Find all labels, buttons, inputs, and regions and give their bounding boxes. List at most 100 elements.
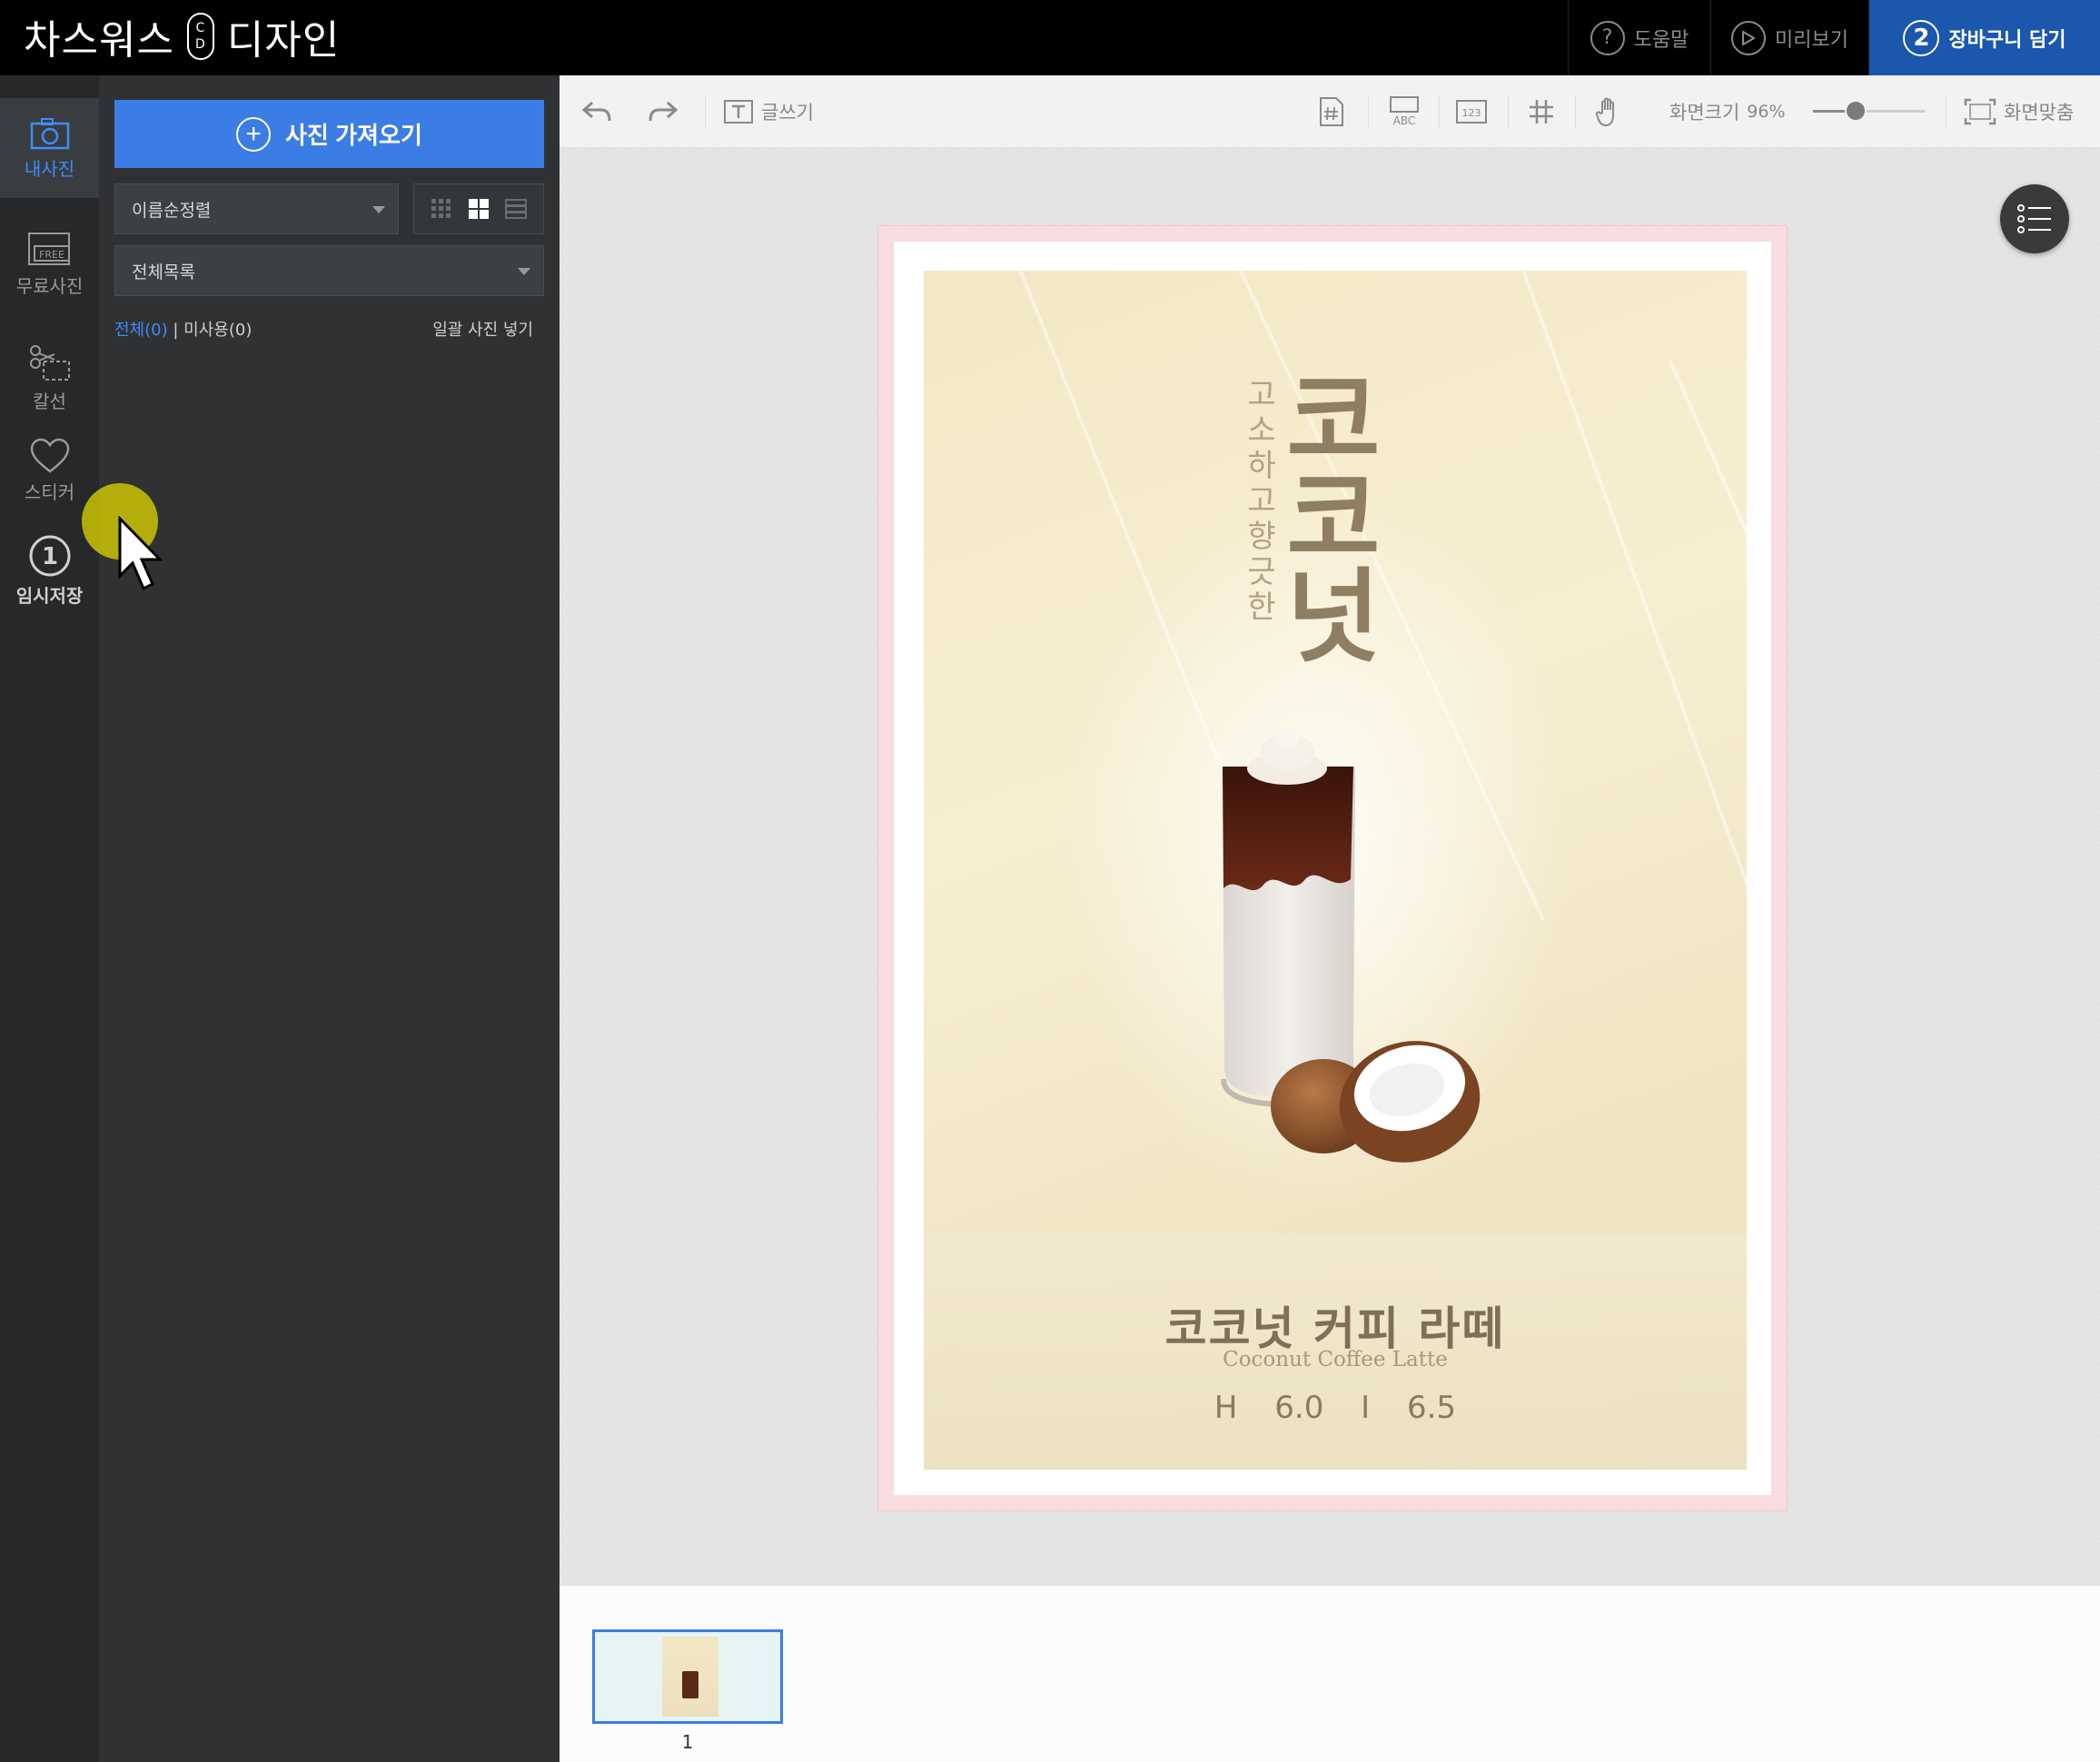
step-two-icon: 2	[1903, 19, 1940, 56]
cart-label: 장바구니 담기	[1948, 28, 2066, 52]
poster-design[interactable]: 고소하고 향긋한 코코넛 코코넛 커피 라떼 Coconut Coffee La…	[924, 271, 1747, 1470]
hand-icon	[1595, 97, 1614, 127]
logo-mark-c: C	[195, 21, 206, 35]
rail-label-my-photos: 내사진	[24, 157, 75, 180]
help-button[interactable]: ? 도움말	[1568, 0, 1710, 75]
sort-select[interactable]: 이름순정렬	[114, 183, 399, 234]
design-canvas[interactable]: 고소하고 향긋한 코코넛 코코넛 커피 라떼 Coconut Coffee La…	[560, 148, 2100, 1585]
hash-page-icon	[1320, 97, 1343, 126]
toolbar-divider	[1508, 95, 1509, 128]
step-one-icon: 1	[29, 535, 70, 576]
number-box-label: 123	[1462, 107, 1481, 119]
zoom-slider-thumb[interactable]	[1844, 100, 1867, 122]
rail-item-cutline[interactable]: 칼선	[0, 328, 99, 428]
toolbar-divider	[1439, 95, 1440, 128]
light-streak	[1669, 360, 1747, 1109]
logo-mark-d: D	[195, 37, 206, 52]
abc-text-label: ABC	[1393, 114, 1416, 127]
chevron-down-icon	[518, 268, 530, 275]
toolbar-divider	[1575, 95, 1576, 128]
thumbnail-drink	[682, 1671, 698, 1698]
sort-select-value: 이름순정렬	[132, 200, 212, 221]
redo-button[interactable]	[648, 75, 679, 148]
free-photo-icon: FREE	[27, 232, 70, 265]
whipped-cream	[1247, 727, 1327, 785]
zoom-value: 96%	[1747, 102, 1786, 122]
toolbar-divider	[1368, 95, 1369, 128]
text-box-icon	[724, 100, 753, 124]
camera-icon	[30, 117, 69, 149]
zoom-readout: 화면크기 96%	[1669, 75, 1786, 148]
hand-tool-button[interactable]	[1595, 75, 1624, 148]
poster-price[interactable]: H 6.0 I 6.5	[924, 1390, 1747, 1426]
poster-title-vertical[interactable]: 코코넛	[1283, 371, 1383, 668]
undo-icon	[581, 101, 611, 122]
artboard-bleed: 고소하고 향긋한 코코넛 코코넛 커피 라떼 Coconut Coffee La…	[877, 225, 1788, 1511]
zoom-label: 화면크기	[1669, 102, 1740, 124]
preview-label: 미리보기	[1775, 28, 1848, 52]
grid-toggle-button[interactable]	[1528, 75, 1555, 148]
number-tool-button[interactable]: 123	[1455, 75, 1488, 148]
number-box-icon: 123	[1456, 100, 1487, 124]
list-menu-icon	[2017, 204, 2051, 233]
poster-subtitle-vertical[interactable]: 고소하고 향긋한	[1243, 378, 1280, 626]
large-grid-icon[interactable]	[468, 198, 490, 220]
add-to-cart-button[interactable]: 2 장바구니 담기	[1868, 0, 2100, 75]
import-photos-button[interactable]: + 사진 가져오기	[114, 100, 544, 168]
filter-separator: |	[173, 321, 179, 340]
write-text-button[interactable]: 글쓰기	[723, 75, 814, 148]
abc-text-icon: ABC	[1390, 96, 1419, 127]
artboard-safe-area: 고소하고 향긋한 코코넛 코코넛 커피 라떼 Coconut Coffee La…	[894, 242, 1771, 1495]
folder-select[interactable]: 전체목록	[114, 245, 544, 296]
page-number-label: 1	[681, 1731, 694, 1753]
abc-text-tool-button[interactable]: ABC	[1388, 75, 1421, 148]
page-number-tool-button[interactable]	[1318, 75, 1345, 148]
free-badge: FREE	[39, 249, 64, 261]
filter-all-link[interactable]: 전체(0)	[114, 321, 168, 340]
small-grid-icon[interactable]	[431, 198, 452, 220]
logo-text-left: 차스워스	[24, 17, 174, 64]
photo-filter-row: 전체(0) | 미사용(0) 일괄 사진 넣기	[114, 317, 544, 341]
help-label: 도움말	[1633, 28, 1689, 52]
rail-label-temp-save: 임시저장	[15, 584, 84, 607]
folder-select-value: 전체목록	[132, 262, 195, 282]
chevron-down-icon	[372, 206, 385, 213]
rail-label-sticker: 스티커	[24, 480, 75, 503]
layers-menu-button[interactable]	[2000, 184, 2069, 253]
photo-panel: + 사진 가져오기 이름순정렬 전체목록 전체(0) | 미사용(0) 일괄 사…	[99, 75, 560, 1762]
mouse-pointer-icon	[118, 516, 163, 591]
glass	[1221, 767, 1355, 1108]
list-view-icon[interactable]	[504, 198, 527, 220]
coconut-latte-illustration[interactable]	[1214, 725, 1541, 1233]
page-thumbnail-preview	[662, 1637, 718, 1717]
scissors-icon	[29, 344, 70, 381]
zoom-slider[interactable]	[1813, 100, 1925, 122]
question-icon: ?	[1590, 20, 1625, 55]
page-thumbnail-strip: 1	[560, 1585, 2100, 1762]
preview-button[interactable]: 미리보기	[1710, 0, 1868, 75]
redo-icon	[649, 101, 679, 122]
top-bar: 차스워스 C D 디자인 ? 도움말 미리보기 2 장바구니 담기	[0, 0, 2100, 75]
filter-unused-link[interactable]: 미사용(0)	[183, 321, 252, 340]
poster-product-name-en[interactable]: Coconut Coffee Latte	[924, 1348, 1747, 1371]
import-photos-label: 사진 가져오기	[285, 122, 422, 149]
rail-label-free-photos: 무료사진	[15, 274, 84, 297]
fit-screen-label: 화면맞춤	[2004, 102, 2075, 124]
rail-item-my-photos[interactable]: 내사진	[0, 98, 99, 198]
heart-icon	[30, 438, 69, 473]
fit-screen-icon	[1964, 98, 1996, 125]
left-icon-rail: 내사진 FREE 무료사진 칼선 스티커 1 임시저장	[0, 75, 99, 1762]
page-thumbnail[interactable]	[592, 1629, 783, 1724]
rail-label-cutline: 칼선	[33, 390, 66, 412]
plus-icon: +	[236, 116, 272, 152]
fit-screen-button[interactable]: 화면맞춤	[1964, 75, 2074, 148]
rail-item-free-photos[interactable]: FREE 무료사진	[0, 213, 99, 313]
play-icon	[1731, 20, 1767, 55]
logo-mark-icon: C D	[186, 13, 214, 60]
editor-toolbar: 글쓰기 ABC 123 화면크기 96% 화면맞춤	[560, 75, 2100, 148]
app-logo[interactable]: 차스워스 C D 디자인	[24, 9, 340, 64]
undo-button[interactable]	[581, 75, 612, 148]
step-one-number: 1	[41, 543, 57, 570]
view-mode-group	[413, 183, 544, 234]
bulk-insert-link[interactable]: 일괄 사진 넣기	[432, 317, 533, 341]
